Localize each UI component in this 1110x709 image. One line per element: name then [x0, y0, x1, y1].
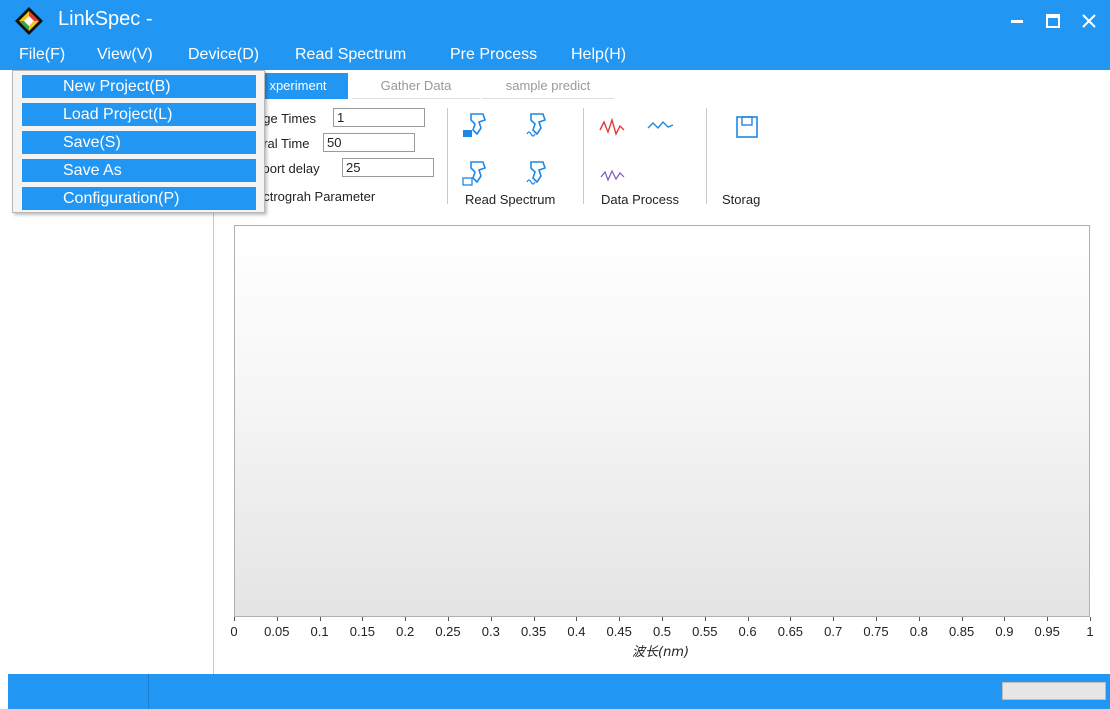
title-bar: LinkSpec -	[0, 0, 1110, 42]
serial-port-delay-input[interactable]	[342, 158, 434, 177]
x-tick-mark	[576, 617, 578, 621]
x-tick-mark	[234, 617, 235, 621]
window-title: LinkSpec -	[58, 8, 153, 30]
x-tick-label: 0	[230, 624, 238, 639]
serial-port-delay-label: l port delay	[256, 161, 320, 176]
menu-file[interactable]: File(F)	[19, 46, 65, 64]
menu-view[interactable]: View(V)	[97, 46, 153, 64]
spectrograph-parameter-group-label: ectrograh Parameter	[256, 189, 376, 204]
menu-help[interactable]: Help(H)	[571, 46, 626, 64]
x-tick-mark	[1004, 617, 1006, 621]
x-tick-label: 0.75	[863, 624, 889, 639]
x-tick-mark	[619, 617, 621, 621]
chart-x-axis-label: 波长(nm)	[632, 645, 690, 660]
average-times-input[interactable]	[333, 108, 425, 127]
save-icon[interactable]	[732, 112, 762, 142]
wave-blue-icon[interactable]	[646, 112, 676, 142]
maximize-icon[interactable]	[1042, 10, 1064, 32]
menu-item-load-project[interactable]: Load Project(L)	[22, 103, 256, 126]
wave-small-icon[interactable]	[598, 162, 628, 192]
x-tick-label: 0.7	[824, 624, 843, 639]
x-tick-label: 0.15	[349, 624, 376, 639]
x-tick-label: 0.2	[396, 624, 415, 639]
x-tick-mark	[790, 617, 792, 621]
x-tick-mark	[747, 617, 749, 621]
x-tick-label: 0.6	[738, 624, 757, 639]
menu-item-save-as[interactable]: Save As	[22, 159, 256, 182]
scanner-wave-icon[interactable]	[523, 110, 553, 140]
data-process-group-label: Data Process	[601, 192, 680, 207]
scanner-dark-icon[interactable]	[461, 110, 491, 140]
x-tick-label: 0.4	[567, 624, 586, 639]
x-tick-label: 0.9	[995, 624, 1014, 639]
x-tick-mark	[918, 617, 920, 621]
x-tick-mark	[276, 617, 278, 621]
tab-sample-predict[interactable]: sample predict	[482, 73, 614, 99]
x-tick-label: 0.1	[310, 624, 329, 639]
x-tick-mark	[533, 617, 535, 621]
scanner-wave-icon[interactable]	[523, 158, 553, 188]
x-tick-mark	[704, 617, 706, 621]
x-tick-label: 0.55	[692, 624, 718, 639]
x-tick-label: 0.35	[520, 624, 547, 639]
menu-read-spectrum[interactable]: Read Spectrum	[295, 46, 406, 64]
x-tick-label: 0.65	[777, 624, 804, 639]
x-tick-mark	[1090, 617, 1091, 621]
close-icon[interactable]	[1078, 10, 1100, 32]
x-tick-mark	[833, 617, 835, 621]
x-tick-label: 0.95	[1034, 624, 1060, 639]
app-logo-icon	[15, 7, 43, 35]
ribbon-divider	[583, 108, 584, 204]
x-tick-mark	[662, 617, 663, 621]
menu-item-save[interactable]: Save(S)	[22, 131, 256, 154]
menu-device[interactable]: Device(D)	[188, 46, 259, 64]
status-bar	[8, 674, 1110, 709]
x-tick-mark	[319, 617, 321, 621]
x-tick-label: 0.85	[948, 624, 975, 639]
x-tick-mark	[961, 617, 963, 621]
x-tick-mark	[490, 617, 492, 621]
x-tick-label: 0.45	[606, 624, 632, 639]
status-divider	[148, 674, 149, 709]
x-tick-label: 0.8	[909, 624, 928, 639]
spectrum-chart-plot-area[interactable]	[234, 225, 1090, 617]
x-tick-mark	[448, 617, 449, 621]
menu-item-configuration[interactable]: Configuration(P)	[22, 187, 256, 210]
x-tick-label: 0.5	[652, 624, 672, 639]
x-tick-label: 1	[1086, 624, 1094, 639]
tab-gather-data[interactable]: Gather Data	[352, 73, 480, 99]
x-tick-label: 0.3	[481, 624, 500, 639]
x-tick-mark	[362, 617, 364, 621]
status-progress-bar	[1002, 682, 1106, 700]
menu-pre-process[interactable]: Pre Process	[450, 46, 537, 64]
ribbon-divider	[447, 108, 448, 204]
file-menu-dropdown: New Project(B) Load Project(L) Save(S) S…	[12, 70, 265, 213]
integral-time-input[interactable]	[323, 133, 415, 152]
minimize-icon[interactable]	[1006, 10, 1028, 32]
x-tick-mark	[876, 617, 877, 621]
x-tick-mark	[1047, 617, 1049, 621]
x-tick-label: 0.25	[435, 624, 461, 639]
x-tick-label: 0.05	[264, 624, 290, 639]
wave-red-icon[interactable]	[598, 112, 628, 142]
storage-group-label: Storag	[722, 192, 761, 207]
menu-item-new-project[interactable]: New Project(B)	[22, 75, 256, 98]
menu-bar: File(F) View(V) Device(D) Read Spectrum …	[0, 42, 1110, 70]
scanner-outline-icon[interactable]	[461, 158, 491, 188]
ribbon-divider	[706, 108, 707, 204]
x-tick-mark	[405, 617, 407, 621]
read-spectrum-group-label: Read Spectrum	[465, 192, 556, 207]
